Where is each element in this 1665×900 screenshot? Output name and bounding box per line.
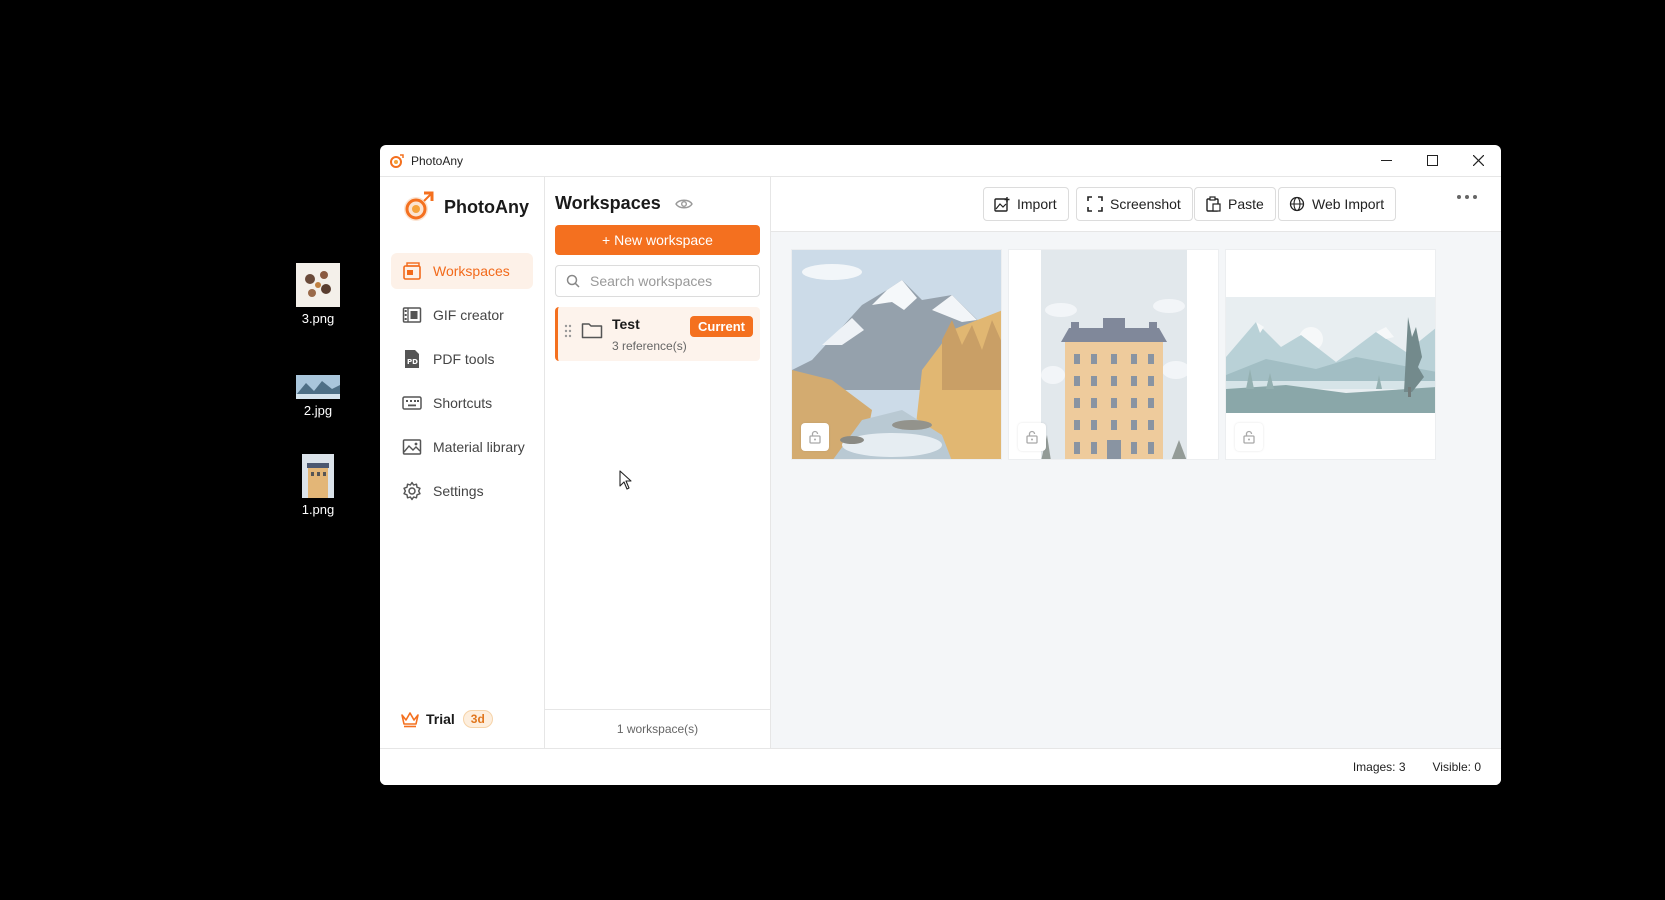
- mouse-cursor-icon: [619, 470, 632, 490]
- desktop-file-1-png[interactable]: 1.png: [283, 454, 353, 517]
- photoany-logo-icon: [390, 153, 404, 168]
- pdf-icon: PD: [401, 348, 423, 370]
- close-button[interactable]: [1455, 145, 1501, 176]
- workspaces-icon: [401, 260, 423, 282]
- image-thumbnail: [1226, 297, 1435, 413]
- window-title: PhotoAny: [411, 153, 464, 168]
- workspaces-title: Workspaces: [555, 193, 661, 213]
- desktop-file-3-png[interactable]: 3.png: [283, 263, 353, 326]
- unlock-icon: [1243, 430, 1255, 444]
- file-thumbnail: [302, 454, 334, 498]
- workspace-count: 1 workspace(s): [545, 709, 770, 748]
- gear-icon: [401, 480, 423, 502]
- brand-name: PhotoAny: [444, 196, 529, 217]
- maximize-button[interactable]: [1409, 145, 1455, 176]
- image-thumbnail: [1041, 250, 1187, 459]
- folder-icon: [581, 323, 603, 339]
- desktop-file-label: 1.png: [301, 502, 335, 517]
- workspace-refs: 3 reference(s): [612, 339, 687, 353]
- sidebar-item-label: Settings: [433, 483, 484, 499]
- unlock-toggle[interactable]: [1235, 423, 1263, 451]
- screenshot-icon: [1087, 196, 1103, 212]
- sidebar-item-label: GIF creator: [433, 307, 504, 323]
- import-label: Import: [1017, 196, 1057, 212]
- web-import-button[interactable]: Web Import: [1278, 187, 1397, 221]
- photoany-window: PhotoAny PhotoAny Workspaces GIF creator…: [380, 145, 1501, 785]
- sidebar-item-label: Workspaces: [433, 263, 510, 279]
- photoany-logo-icon: [404, 191, 434, 221]
- minimize-icon: [1380, 160, 1392, 161]
- import-button[interactable]: Import: [983, 187, 1069, 221]
- paste-label: Paste: [1228, 196, 1264, 212]
- sidebar: PhotoAny Workspaces GIF creator PD PDF t…: [380, 177, 545, 748]
- web-import-label: Web Import: [1312, 196, 1385, 212]
- screenshot-button[interactable]: Screenshot: [1076, 187, 1193, 221]
- clipboard-icon: [1205, 196, 1221, 212]
- sidebar-item-label: Material library: [433, 439, 525, 455]
- image-card[interactable]: [1225, 249, 1436, 460]
- file-thumbnail: [296, 375, 340, 399]
- sidebar-item-label: PDF tools: [433, 351, 495, 367]
- status-bar: Images: 3 Visible: 0: [380, 748, 1501, 785]
- minimize-button[interactable]: [1363, 145, 1409, 176]
- workspace-name: Test: [612, 316, 640, 332]
- image-card[interactable]: [1008, 249, 1219, 460]
- maximize-icon: [1426, 155, 1438, 166]
- eye-icon[interactable]: [674, 198, 693, 210]
- desktop-file-label: 2.jpg: [303, 403, 333, 418]
- trial-days-badge: 3d: [462, 710, 493, 728]
- brand: PhotoAny: [400, 189, 529, 225]
- desktop-file-label: 3.png: [301, 311, 335, 326]
- import-icon: [994, 196, 1010, 212]
- unlock-toggle[interactable]: [801, 423, 829, 451]
- toolbar: Import Screenshot Paste Web Import: [771, 177, 1501, 232]
- desktop-file-2-jpg[interactable]: 2.jpg: [283, 375, 353, 418]
- main-area: Import Screenshot Paste Web Import: [771, 177, 1501, 748]
- close-icon: [1472, 155, 1484, 166]
- unlock-icon: [1026, 430, 1038, 444]
- file-thumbnail: [296, 263, 340, 307]
- new-workspace-button[interactable]: + New workspace: [555, 225, 760, 255]
- more-options-button[interactable]: [1455, 195, 1479, 199]
- sidebar-item-label: Shortcuts: [433, 395, 493, 411]
- svg-text:PD: PD: [407, 358, 418, 366]
- trial-label: Trial: [426, 711, 455, 727]
- workspaces-panel: Workspaces + New workspace Test 3 refere…: [545, 177, 771, 748]
- sidebar-item-workspaces[interactable]: Workspaces: [391, 253, 533, 289]
- drag-handle-icon[interactable]: [564, 324, 572, 338]
- sidebar-item-shortcuts[interactable]: Shortcuts: [391, 385, 533, 421]
- current-badge: Current: [690, 316, 753, 337]
- screenshot-label: Screenshot: [1110, 196, 1181, 212]
- sidebar-item-settings[interactable]: Settings: [391, 473, 533, 509]
- search-icon: [566, 274, 580, 288]
- gif-icon: [401, 304, 423, 326]
- workspaces-header: Workspaces: [555, 193, 693, 214]
- search-input[interactable]: [588, 272, 752, 290]
- workspace-item[interactable]: Test 3 reference(s) Current: [555, 307, 760, 361]
- sidebar-item-material-library[interactable]: Material library: [391, 429, 533, 465]
- image-library-icon: [401, 436, 423, 458]
- sidebar-item-gif-creator[interactable]: GIF creator: [391, 297, 533, 333]
- unlock-toggle[interactable]: [1018, 423, 1046, 451]
- visible-count: Visible: 0: [1432, 760, 1481, 774]
- images-count: Images: 3: [1352, 760, 1406, 774]
- image-card[interactable]: [791, 249, 1002, 460]
- sidebar-nav: Workspaces GIF creator PD PDF tools Shor…: [391, 253, 533, 517]
- paste-button[interactable]: Paste: [1194, 187, 1276, 221]
- unlock-icon: [809, 430, 821, 444]
- keyboard-icon: [401, 392, 423, 414]
- trial-indicator[interactable]: Trial 3d: [400, 710, 493, 728]
- sidebar-item-pdf-tools[interactable]: PD PDF tools: [391, 341, 533, 377]
- globe-icon: [1289, 196, 1305, 212]
- title-bar[interactable]: PhotoAny: [380, 145, 1501, 177]
- crown-icon: [401, 712, 419, 728]
- workspace-search[interactable]: [555, 265, 760, 297]
